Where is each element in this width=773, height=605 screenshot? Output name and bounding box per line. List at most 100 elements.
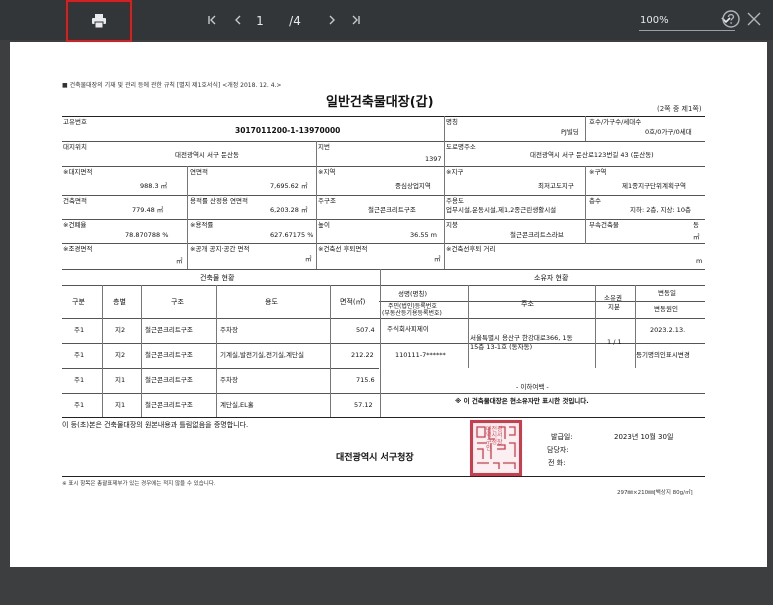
row-use: 주차장: [220, 326, 238, 334]
zoom-select[interactable]: 100%: [640, 10, 680, 30]
change-date: 2023.2.13.: [650, 326, 686, 334]
floor-area-value: 7,695.62 ㎡: [270, 182, 308, 190]
height-value: 36.55 m: [410, 231, 438, 239]
land-area-label: ※대지면적: [63, 168, 93, 176]
row-structure: 철근콘크리트구조: [145, 401, 193, 409]
certify-text: 이 등(초)본은 건축물대장의 원본내용과 틀림없음을 증명합니다.: [62, 421, 249, 429]
owner-share-header-2: 지분: [608, 303, 620, 311]
issue-date: 2023년 10월 30일: [614, 433, 674, 441]
page-title: 일반건축물대장(갑): [326, 95, 434, 110]
phone-label: 전 화:: [548, 459, 566, 467]
land-area-value: 988.3 ㎡: [140, 182, 168, 190]
rule-reference: ■ 건축물대장의 기재 및 관리 등에 관한 규칙 [별지 제1호서식] <개정…: [62, 82, 282, 89]
id-value: 3017011200-1-13970000: [235, 126, 341, 135]
row-structure: 철근콘크리트구조: [145, 376, 193, 384]
far-area-value: 6,203.28 ㎡: [270, 206, 308, 214]
page-of-label: (2쪽 중 제1쪽): [657, 105, 702, 113]
first-page-icon: [208, 15, 216, 25]
row-kind: 주1: [74, 376, 85, 384]
public-unit: ㎡: [305, 255, 312, 263]
setback-area-unit: ㎡: [434, 255, 441, 263]
bldg-area-label: 건축면적: [63, 197, 87, 205]
last-page-button[interactable]: [348, 11, 364, 29]
owner-address-header: 주소: [521, 300, 534, 308]
use-value: 업무시설,운동시설,제1,2종근린생활시설: [446, 206, 557, 214]
roof-label: 지붕: [446, 221, 458, 229]
staff-label: 담당자:: [547, 446, 569, 454]
floors-label: 층수: [589, 197, 601, 205]
row-use: 계단실,EL홀: [220, 401, 254, 409]
landscape-unit: ㎡: [176, 257, 183, 265]
prev-page-icon: [235, 15, 241, 25]
help-icon: [722, 10, 740, 28]
owner-name: 주식회사피제이: [387, 325, 429, 333]
floor-area-label: 연면적: [190, 168, 208, 176]
owner-status-header: 소유자 현황: [534, 274, 569, 282]
name-label: 명칭: [446, 118, 458, 126]
district-value: 최저고도지구: [538, 182, 574, 190]
zone-value: 중심상업지역: [395, 182, 431, 190]
row-area: 57.12: [354, 401, 373, 409]
owner-note: ※ 이 건축물대장은 현소유자만 표시한 것입니다.: [455, 397, 589, 405]
official-seal: 대전광역시서구청장인: [470, 420, 522, 476]
col-structure-header: 구조: [171, 298, 184, 306]
row-use: 주차장: [220, 376, 238, 384]
issue-date-label: 발급일:: [551, 433, 573, 441]
structure-label: 주구조: [318, 197, 336, 205]
owner-address-1: 서울특별시 용산구 한강대로366, 1동: [470, 334, 573, 342]
owner-reg: 110111-7******: [395, 351, 446, 359]
col-floor-header: 층별: [113, 298, 126, 306]
road-label: 도로명주소: [446, 143, 476, 151]
print-button[interactable]: [66, 0, 132, 42]
building-register-page: ■ 건축물대장의 기재 및 관리 등에 관한 규칙 [별지 제1호서식] <개정…: [10, 42, 767, 567]
first-page-button[interactable]: [204, 11, 220, 29]
zone-label: ※지역: [318, 168, 336, 176]
zoom-underline: [639, 30, 735, 31]
change-reason-header: 변동원인: [654, 305, 678, 313]
bcr-value: 78.870788 %: [125, 231, 169, 239]
units-value: 0호/0가구/0세대: [645, 128, 692, 136]
setback-area-label: ※건축선 후퇴면적: [318, 245, 368, 253]
prev-page-button[interactable]: [230, 11, 246, 29]
footnote: ※ 표시 항목은 총괄표제부가 있는 경우에는 적지 않을 수 있습니다.: [62, 481, 216, 487]
issuer-name: 대전광역시 서구청장: [336, 453, 414, 463]
row-floor: 지2: [115, 326, 126, 334]
row-floor: 지2: [115, 351, 126, 359]
row-area: 212.22: [351, 351, 374, 359]
help-button[interactable]: [721, 9, 741, 29]
page-number-input[interactable]: 1: [250, 10, 270, 32]
roof-value: 철근콘크리트스라브: [510, 231, 564, 239]
lot-label: 지번: [318, 143, 330, 151]
annex-label: 부속건축물: [589, 221, 619, 229]
row-floor: 지1: [115, 376, 126, 384]
next-page-icon: [329, 15, 335, 25]
far-label: ※용적률: [190, 221, 214, 229]
col-use-header: 용도: [265, 298, 278, 306]
setback-dist-unit: m: [696, 257, 703, 265]
paper-size-label: 297㎜×210㎜[백상지 80g/㎡]: [617, 490, 693, 496]
owner-share-header-1: 소유권: [604, 294, 622, 302]
units-label: 호수/가구수/세대수: [589, 118, 642, 126]
row-structure: 철근콘크리트구조: [145, 351, 193, 359]
site-value: 대전광역시 서구 둔산동: [175, 151, 239, 159]
close-button[interactable]: [745, 10, 763, 28]
road-value: 대전광역시 서구 둔산로123번길 43 (둔산동): [530, 151, 654, 159]
row-use: 기계실,발전기실,전기실,계단실: [220, 351, 304, 359]
next-page-button[interactable]: [324, 11, 340, 29]
lot-value: 1397: [425, 155, 442, 163]
area-label: ※구역: [589, 168, 607, 176]
change-reason: 등기명의인표시변경: [636, 351, 690, 359]
change-date-header: 변동일: [658, 289, 676, 297]
use-label: 주용도: [446, 197, 464, 205]
id-label: 고유번호: [63, 118, 87, 126]
owner-share: 1 / 1: [607, 338, 622, 346]
public-label: ※공개 공지·공간 면적: [190, 245, 250, 253]
area-value: 제1종지구단위계획구역: [622, 182, 686, 190]
far-value: 627.67175 %: [270, 231, 314, 239]
row-kind: 주1: [74, 351, 85, 359]
bcr-label: ※건폐율: [63, 221, 87, 229]
far-area-label: 용적률 산정용 연면적: [190, 197, 248, 205]
close-icon: [747, 12, 761, 26]
district-label: ※지구: [446, 168, 464, 176]
structure-value: 철근콘크리트구조: [368, 206, 416, 214]
